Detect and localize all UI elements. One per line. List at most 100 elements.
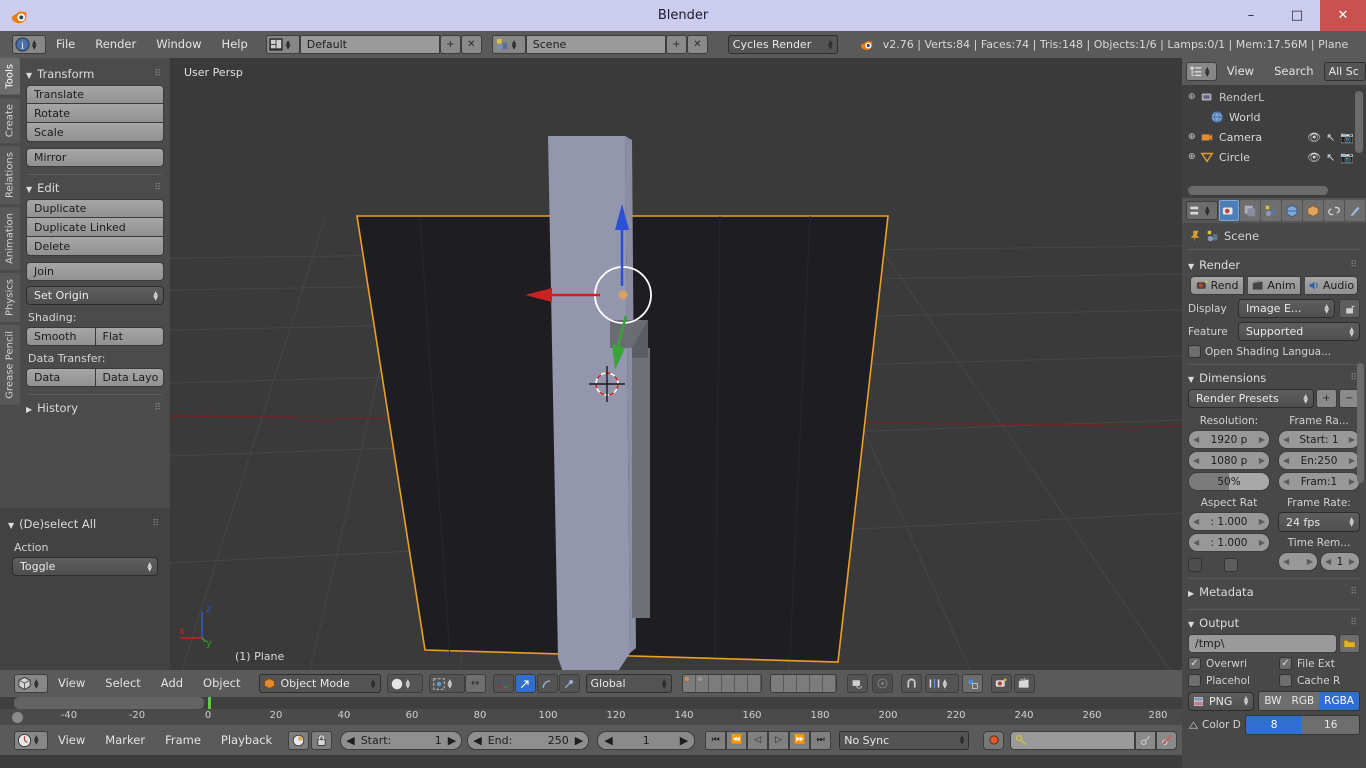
file-format-dropdown[interactable]: PNG ▲ ▼ <box>1188 691 1255 711</box>
tool-set-origin-dropdown[interactable]: Set Origin ▲ ▼ <box>26 286 164 305</box>
auto-keyframe-button[interactable] <box>288 730 310 750</box>
aspect-y-field[interactable]: ◀ : 1.000 ▶ <box>1188 533 1270 552</box>
expand-icon[interactable]: ⊕ <box>1188 152 1196 162</box>
viewport-editor-type-selector[interactable]: ▲ ▼ <box>14 674 48 693</box>
outliner-editor-type-selector[interactable]: ▲ ▼ <box>1186 62 1217 81</box>
properties-tab-world[interactable] <box>1282 200 1302 221</box>
eye-icon[interactable]: 👁 <box>1307 131 1321 144</box>
shading-smooth-button[interactable]: Smooth <box>26 327 96 346</box>
arrow-left-icon[interactable]: ◀ <box>1193 456 1199 465</box>
arrow-right-icon[interactable]: ▶ <box>1307 557 1313 566</box>
frame-end-prop-field[interactable]: ◀ En:250 ▶ <box>1278 451 1360 470</box>
maximize-button[interactable]: □ <box>1274 0 1320 31</box>
lock-interface-button[interactable] <box>1339 299 1360 318</box>
tool-delete-button[interactable]: Delete <box>26 237 164 256</box>
frame-start-field[interactable]: ◀ Start: 1 ▶ <box>340 730 463 750</box>
close-button[interactable]: ✕ <box>1320 0 1366 31</box>
render-animation-icon[interactable] <box>1013 674 1035 693</box>
properties-panel[interactable]: Scene ▼ Render ⠿ Rend Anim Audio Display… <box>1182 223 1366 768</box>
tool-join-button[interactable]: Join <box>26 262 164 281</box>
render-presets-dropdown[interactable]: Render Presets ▲ ▼ <box>1188 389 1314 408</box>
outliner-row-circle[interactable]: ⊕ Circle 👁 ↖ 📷 <box>1182 147 1366 167</box>
resolution-x-field[interactable]: ◀ 1920 p ▶ <box>1188 430 1270 449</box>
magnet-icon[interactable] <box>900 674 922 693</box>
panel-header-edit[interactable]: ▼ Edit ⠿ <box>24 178 166 199</box>
toolshelf-tab-create[interactable]: Create <box>0 97 20 143</box>
placeholders-checkbox[interactable] <box>1188 674 1201 687</box>
arrow-left-icon[interactable]: ◀ <box>1193 538 1199 547</box>
editor-type-selector[interactable]: i ▲ ▼ <box>12 35 46 54</box>
resolution-percentage-slider[interactable]: 50% <box>1188 472 1270 491</box>
arrow-left-icon[interactable]: ◀ <box>346 734 354 747</box>
arrow-right-icon[interactable]: ▶ <box>1259 456 1265 465</box>
arrow-left-icon[interactable]: ◀ <box>1283 435 1289 444</box>
menu-help[interactable]: Help <box>212 31 258 58</box>
eye-icon[interactable]: 👁 <box>1307 151 1321 164</box>
arrow-left-icon[interactable]: ◀ <box>1325 557 1331 566</box>
border-checkbox[interactable] <box>1188 558 1202 572</box>
arrow-right-icon[interactable]: ▶ <box>1259 435 1265 444</box>
folder-icon[interactable] <box>1339 634 1360 653</box>
panel-header-dimensions[interactable]: ▼ Dimensions ⠿ <box>1188 371 1360 389</box>
transform-orientation-selector[interactable]: Global ▲ ▼ <box>585 674 672 693</box>
arrow-right-icon[interactable]: ▶ <box>448 734 456 747</box>
aspect-x-field[interactable]: ◀ : 1.000 ▶ <box>1188 512 1270 531</box>
outliner-row-renderlayers[interactable]: ⊕ RenderL <box>1182 87 1366 107</box>
3d-viewport[interactable]: User Persp (1) Plane z x y <box>170 58 1182 670</box>
render-image-button[interactable]: Rend <box>1190 276 1244 295</box>
arrow-left-icon[interactable]: ◀ <box>1193 435 1199 444</box>
expand-icon[interactable]: ⊕ <box>1188 92 1196 102</box>
properties-tab-render[interactable] <box>1219 200 1239 221</box>
scene-icon-button[interactable]: ▲ ▼ <box>491 35 526 54</box>
data-transfer-layout-button[interactable]: Data Layo <box>95 368 164 387</box>
tool-scale-button[interactable]: Scale <box>26 123 164 142</box>
outliner-vertical-scrollbar[interactable] <box>1355 91 1363 153</box>
scene-remove-button[interactable]: ✕ <box>686 35 708 54</box>
properties-tab-constraints[interactable] <box>1324 200 1344 221</box>
resolution-y-field[interactable]: ◀ 1080 p ▶ <box>1188 451 1270 470</box>
camera-render-icon[interactable]: 📷 <box>1340 131 1354 144</box>
properties-tab-object[interactable] <box>1303 200 1323 221</box>
shading-flat-button[interactable]: Flat <box>95 327 164 346</box>
color-depth-16[interactable]: 16 <box>1302 716 1359 734</box>
lock-icon[interactable] <box>311 730 333 750</box>
snap-target-button[interactable] <box>961 674 983 693</box>
sync-mode-selector[interactable]: No Sync ▲ ▼ <box>839 730 970 750</box>
proportional-edit-button[interactable] <box>871 674 893 693</box>
camera-render-icon[interactable]: 📷 <box>1340 151 1354 164</box>
panel-header-deselect-all[interactable]: ▼ (De)select All ⠿ <box>6 514 164 535</box>
toolshelf-tab-animation[interactable]: Animation <box>0 206 20 270</box>
arrow-left-icon[interactable]: ◀ <box>1283 456 1289 465</box>
output-path-field[interactable]: /tmp\ <box>1188 634 1337 653</box>
file-extensions-checkbox[interactable]: ✓ <box>1279 657 1292 670</box>
properties-tab-modifiers[interactable] <box>1345 200 1365 221</box>
timeline-menu-marker[interactable]: Marker <box>95 727 155 754</box>
tool-rotate-button[interactable]: Rotate <box>26 104 164 123</box>
preset-add-button[interactable]: + <box>1316 389 1337 408</box>
properties-tab-renderlayers[interactable] <box>1240 200 1260 221</box>
arrow-left-icon[interactable]: ◀ <box>1193 517 1199 526</box>
properties-tab-scene[interactable] <box>1261 200 1281 221</box>
arrow-right-icon[interactable]: ▶ <box>575 734 583 747</box>
screen-layout-icon-button[interactable]: ▲ ▼ <box>265 35 300 54</box>
tool-duplicate-linked-button[interactable]: Duplicate Linked <box>26 218 164 237</box>
next-keyframe-icon[interactable]: ⏩ <box>789 730 811 750</box>
pin-icon[interactable] <box>1188 229 1202 243</box>
frame-start-prop-field[interactable]: ◀ Start: 1 ▶ <box>1278 430 1360 449</box>
toolshelf-tab-grease-pencil[interactable]: Grease Pencil <box>0 324 20 405</box>
arrow-left-icon[interactable]: ◀ <box>604 734 612 747</box>
timeline-editor-type-selector[interactable]: ▲ ▼ <box>14 730 48 750</box>
keying-set-field[interactable] <box>1010 730 1136 750</box>
display-mode-dropdown[interactable]: Image E... ▲ ▼ <box>1238 299 1335 318</box>
viewport-menu-select[interactable]: Select <box>95 670 150 697</box>
scene-layers-grid-1[interactable] <box>681 674 762 693</box>
arrow-right-icon[interactable]: ▶ <box>1349 435 1355 444</box>
color-mode-selector[interactable]: BW RGB RGBA <box>1258 691 1360 711</box>
toolshelf-tab-physics[interactable]: Physics <box>0 272 20 322</box>
overwrite-checkbox[interactable]: ✓ <box>1188 657 1201 670</box>
time-remap-old-field[interactable]: ◀ ▶ <box>1278 552 1318 571</box>
panel-header-render[interactable]: ▼ Render ⠿ <box>1188 256 1360 276</box>
scene-layers-grid-2[interactable] <box>769 674 837 693</box>
translate-manipulator-icon[interactable] <box>514 674 536 693</box>
delete-keyframe-button[interactable] <box>1156 730 1178 750</box>
